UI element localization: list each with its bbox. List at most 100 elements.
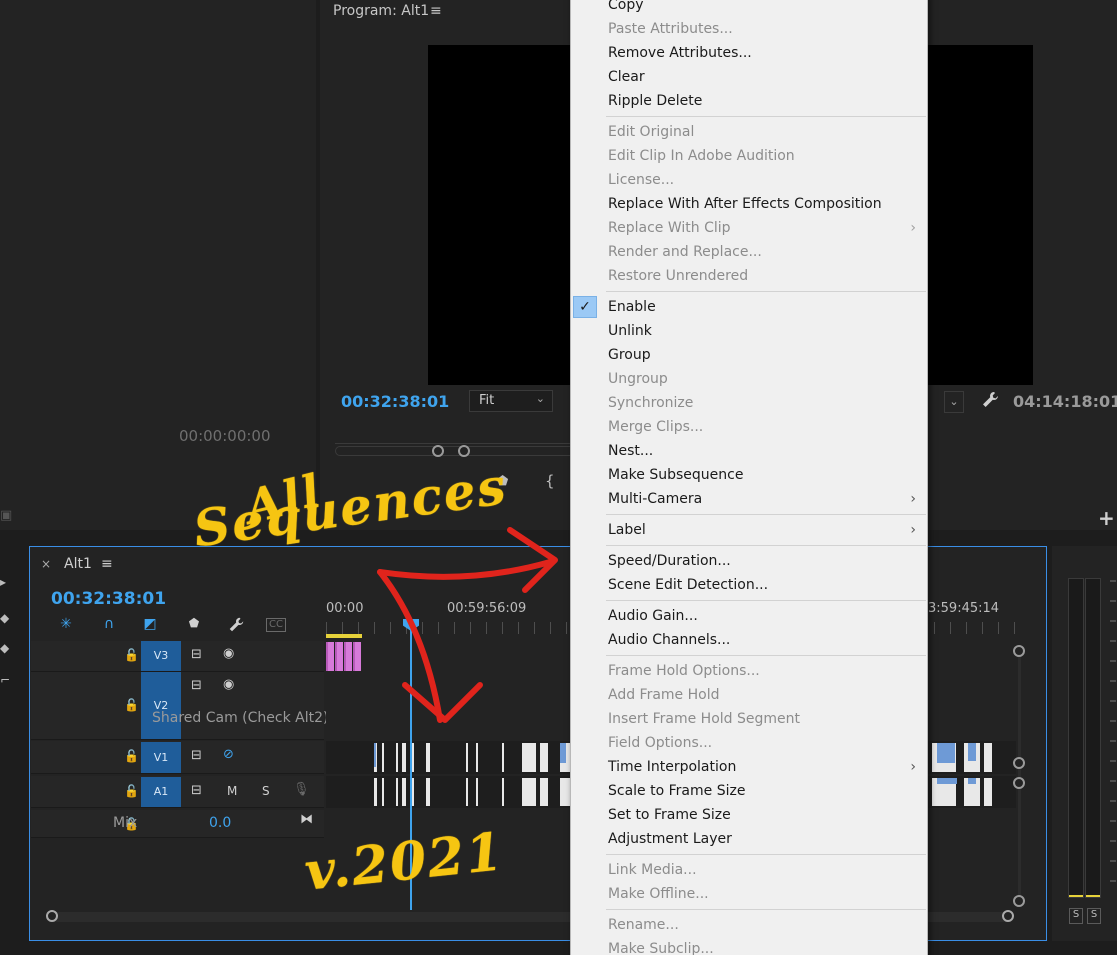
clip[interactable]	[502, 743, 504, 772]
captions-icon[interactable]: CC	[266, 618, 286, 632]
menu-item-adjustment-layer[interactable]: Adjustment Layer	[608, 827, 926, 851]
mix-volume-value[interactable]: 0.0	[209, 815, 231, 831]
work-area-bar[interactable]	[326, 634, 362, 638]
menu-item-ripple-delete[interactable]: Ripple Delete	[608, 89, 926, 113]
clip[interactable]	[396, 778, 398, 806]
menu-item-unlink[interactable]: Unlink	[608, 319, 926, 343]
menu-item-remove-attributes[interactable]: Remove Attributes...	[608, 41, 926, 65]
scroll-handle[interactable]	[1013, 757, 1025, 769]
program-monitor-title[interactable]: Program: Alt1	[333, 3, 429, 19]
solo-left-button[interactable]: S	[1069, 908, 1083, 924]
menu-item-nest[interactable]: Nest...	[608, 439, 926, 463]
clip[interactable]	[560, 743, 566, 763]
track-header-v2[interactable]: 🔓 V2 ⊟ ◉	[31, 672, 324, 740]
timeline-playhead-timecode[interactable]: 00:32:38:01	[51, 589, 166, 609]
close-sequence-tab-icon[interactable]: ×	[41, 557, 51, 571]
sync-lock-icon[interactable]: ⊟	[191, 678, 202, 693]
clip[interactable]	[335, 642, 343, 671]
scroll-handle-left[interactable]	[432, 445, 444, 457]
clip[interactable]	[412, 743, 414, 772]
clip[interactable]	[540, 778, 548, 806]
lock-icon[interactable]: 🔓	[124, 784, 139, 798]
timeline-settings-wrench-icon[interactable]	[226, 616, 246, 634]
clip[interactable]	[968, 778, 976, 784]
clip[interactable]	[937, 778, 957, 784]
clip[interactable]	[476, 743, 478, 772]
eye-hidden-icon[interactable]: ⊘	[223, 747, 234, 762]
clip[interactable]	[540, 743, 548, 772]
clip[interactable]	[374, 778, 377, 806]
clip[interactable]	[374, 743, 376, 767]
track-target-v2[interactable]: V2	[141, 672, 181, 739]
sync-lock-icon[interactable]: ⊟	[191, 647, 202, 662]
ripple-tool-icon[interactable]: ◆	[0, 641, 14, 655]
zoom-fit-select[interactable]: Fit ⌄	[469, 390, 553, 412]
clip[interactable]	[522, 743, 536, 772]
settings-wrench-icon[interactable]	[980, 390, 1000, 412]
lock-icon[interactable]: 🔓	[124, 749, 139, 763]
program-playhead-timecode[interactable]: 00:32:38:01	[341, 392, 449, 411]
linked-selection-icon[interactable]: ◩	[140, 616, 160, 634]
microphone-icon[interactable]: 🎙	[293, 782, 310, 797]
clip[interactable]	[502, 778, 504, 806]
clip[interactable]	[344, 642, 352, 671]
menu-item-group[interactable]: Group	[608, 343, 926, 367]
track-header-v3[interactable]: 🔓 V3 ⊟ ◉	[31, 641, 324, 672]
resolution-select-chevron-icon[interactable]: ⌄	[944, 391, 964, 413]
add-marker-icon[interactable]: ⬟	[184, 616, 204, 634]
scroll-handle[interactable]	[1013, 777, 1025, 789]
menu-item-copy[interactable]: Copy	[608, 0, 926, 17]
mark-in-icon[interactable]: {	[545, 472, 555, 490]
clip[interactable]	[466, 778, 468, 806]
scroll-handle-right[interactable]	[458, 445, 470, 457]
sync-lock-icon[interactable]: ⊟	[191, 748, 202, 763]
lock-icon[interactable]: 🔓	[124, 648, 139, 662]
snap-magnet-icon[interactable]: ∩	[99, 616, 119, 634]
scroll-handle-bottom[interactable]	[1013, 895, 1025, 907]
sync-lock-icon[interactable]: ⊟	[191, 783, 202, 798]
menu-item-audio-gain[interactable]: Audio Gain...	[608, 604, 926, 628]
sequence-tab-title[interactable]: Alt1	[64, 556, 92, 572]
nest-toggle-icon[interactable]: ✳	[56, 616, 76, 634]
mute-button[interactable]: M	[227, 784, 237, 798]
scroll-handle-top[interactable]	[1013, 645, 1025, 657]
scroll-handle-right[interactable]	[1002, 910, 1014, 922]
selection-tool-icon[interactable]: ▸	[0, 575, 14, 589]
menu-item-scale-to-frame-size[interactable]: Scale to Frame Size	[608, 779, 926, 803]
clip[interactable]	[402, 778, 406, 806]
scroll-handle-left[interactable]	[46, 910, 58, 922]
track-target-v3[interactable]: V3	[141, 641, 181, 671]
menu-item-time-interpolation[interactable]: Time Interpolation ›	[608, 755, 926, 779]
menu-item-replace-with-after-effects-composition[interactable]: Replace With After Effects Composition	[608, 192, 926, 216]
track-header-a1[interactable]: 🔓 A1 ⊟ M S 🎙	[31, 776, 324, 808]
track-header-v1[interactable]: 🔓 V1 ⊟ ⊘	[31, 741, 324, 774]
clip[interactable]	[402, 743, 406, 772]
clip[interactable]	[937, 743, 955, 763]
lock-icon[interactable]: 🔓	[124, 698, 139, 712]
clip[interactable]	[984, 778, 992, 806]
timeline-vertical-scrollbar[interactable]	[1013, 645, 1028, 907]
clip[interactable]	[426, 743, 430, 772]
menu-item-speed-duration[interactable]: Speed/Duration...	[608, 549, 926, 573]
clip[interactable]	[412, 778, 414, 806]
panel-menu-icon[interactable]: ≡	[430, 3, 442, 19]
clip[interactable]	[396, 743, 398, 772]
clip[interactable]	[466, 743, 468, 772]
track-target-a1[interactable]: A1	[141, 777, 181, 807]
sequence-menu-icon[interactable]: ≡	[101, 556, 113, 572]
menu-item-make-subsequence[interactable]: Make Subsequence	[608, 463, 926, 487]
menu-item-audio-channels[interactable]: Audio Channels...	[608, 628, 926, 652]
menu-item-label[interactable]: Label ›	[608, 518, 926, 542]
track-target-v1[interactable]: V1	[141, 742, 181, 773]
clip[interactable]	[382, 778, 384, 806]
program-zoom-scrollbar[interactable]	[335, 445, 575, 457]
clip[interactable]	[382, 743, 384, 772]
clip[interactable]	[522, 778, 536, 806]
camera-icon[interactable]: ▣	[0, 508, 12, 523]
eye-icon[interactable]: ◉	[223, 677, 234, 692]
menu-item-enable[interactable]: Enable	[608, 295, 926, 319]
go-to-edit-icon[interactable]: ⧓	[300, 812, 313, 827]
menu-item-set-to-frame-size[interactable]: Set to Frame Size	[608, 803, 926, 827]
eye-icon[interactable]: ◉	[223, 646, 234, 661]
source-timecode[interactable]: 00:00:00:00	[179, 427, 271, 445]
